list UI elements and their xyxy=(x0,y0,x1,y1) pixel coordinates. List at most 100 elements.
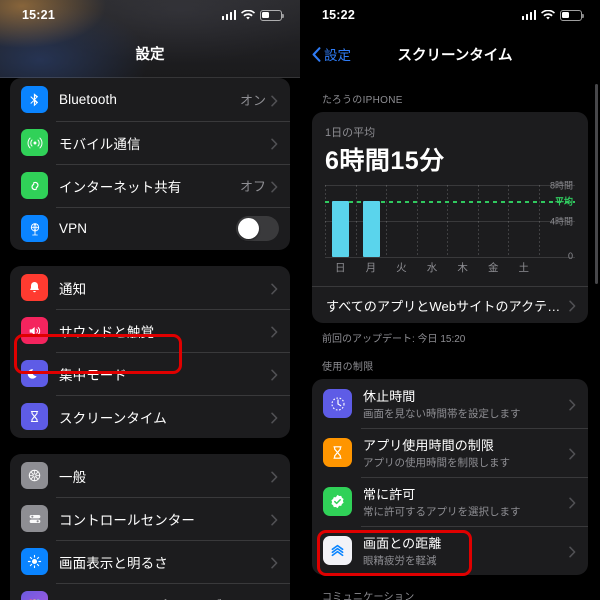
sidebar-item-label: 一般 xyxy=(59,469,87,485)
sidebar-item-label: モバイル通信 xyxy=(59,136,141,152)
vpn-toggle[interactable] xyxy=(236,216,279,241)
bluetooth-icon xyxy=(21,86,48,113)
restrictions-header: 使用の制限 xyxy=(322,362,374,373)
sidebar-item-label: インターネット共有 xyxy=(59,179,182,195)
list-item-subtitle: 画面を見ない時間帯を設定します xyxy=(363,408,521,420)
vgrid xyxy=(539,185,540,257)
sidebar-item-vpn[interactable]: VPN xyxy=(10,207,290,250)
sidebar-item-general[interactable]: 一般 xyxy=(10,454,290,497)
sidebar-item-bluetooth[interactable]: Bluetooth オン xyxy=(10,78,290,121)
check-badge-icon xyxy=(323,487,352,516)
sidebar-item-label: コントロールセンター xyxy=(59,512,195,528)
sidebar-item-label: 集中モード xyxy=(59,367,127,383)
sidebar-item-value: オン xyxy=(239,93,266,108)
sidebar-item-sounds-haptics[interactable]: サウンドと触覚 xyxy=(10,309,290,352)
sidebar-item-focus[interactable]: 集中モード xyxy=(10,352,290,395)
bar-sunday xyxy=(332,201,349,257)
left-phone-screen: 15:21 設定 Bluetooth オン モバイル通信 インターネット共有 オ… xyxy=(0,0,300,600)
vertical-scrollbar[interactable] xyxy=(595,84,598,284)
xtick-label: 土 xyxy=(518,262,529,274)
list-item-app-limits[interactable]: アプリ使用時間の制限 アプリの使用時間を制限します xyxy=(312,428,588,477)
sidebar-item-notifications[interactable]: 通知 xyxy=(10,266,290,309)
chevron-right-icon xyxy=(271,180,278,192)
list-item-text: 画面との距離 眼精疲労を軽減 xyxy=(363,533,569,568)
status-time: 15:22 xyxy=(322,8,355,22)
sidebar-item-screen-time[interactable]: スクリーンタイム xyxy=(10,395,290,438)
screen-time-scroll[interactable]: たろうのIPHONE 1日の平均 6時間15分 8時間 平均 4時間 0 日 月… xyxy=(300,78,600,600)
list-item-downtime[interactable]: 休止時間 画面を見ない時間帯を設定します xyxy=(312,379,588,428)
chevron-right-icon xyxy=(271,470,278,482)
chevron-right-icon xyxy=(569,299,576,312)
sidebar-item-cellular[interactable]: モバイル通信 xyxy=(10,121,290,164)
wifi-icon xyxy=(541,9,555,21)
chevron-right-icon xyxy=(271,282,278,294)
gear-icon xyxy=(21,462,48,489)
sidebar-item-label: スクリーンタイム xyxy=(59,410,167,426)
sidebar-item-label: 画面表示と明るさ xyxy=(59,555,168,571)
sidebar-item-label: サウンドと触覚 xyxy=(59,324,155,340)
ytick-label-8h: 8時間 xyxy=(549,180,573,191)
sliders-icon xyxy=(21,505,48,532)
chevron-right-icon xyxy=(271,368,278,380)
hotspot-icon xyxy=(21,172,48,199)
battery-icon xyxy=(560,9,585,21)
list-item-screen-distance[interactable]: 画面との距離 眼精疲労を軽減 xyxy=(312,526,588,575)
restrictions-group: 休止時間 画面を見ない時間帯を設定します アプリ使用時間の制限 アプリの使用時間… xyxy=(312,379,588,575)
right-phone-screen: 15:22 設定 スクリーンタイム たろうのIPHONE 1日の平均 6時間15… xyxy=(300,0,600,600)
chevron-right-icon xyxy=(569,398,576,410)
chart-container: 1日の平均 6時間15分 8時間 平均 4時間 0 日 月 火 水 木 金 土 xyxy=(312,112,588,286)
chevron-right-icon xyxy=(569,447,576,459)
status-indicators xyxy=(221,9,285,21)
chevron-left-icon xyxy=(312,46,321,62)
sidebar-item-home-screen[interactable]: ホーム画面とアプリライブラリ xyxy=(10,583,290,600)
status-bar-left: 15:21 xyxy=(0,0,300,30)
xtick-label: 火 xyxy=(396,262,407,274)
settings-list-scroll[interactable]: Bluetooth オン モバイル通信 インターネット共有 オフ VPN 通知 … xyxy=(0,78,300,600)
sidebar-item-label: Bluetooth xyxy=(59,92,117,107)
screen-distance-icon xyxy=(323,536,352,565)
average-value: 6時間15分 xyxy=(325,147,445,175)
hourglass-icon xyxy=(21,403,48,430)
list-item-title: アプリ使用時間の制限 xyxy=(363,438,495,453)
sidebar-item-display-brightness[interactable]: 画面表示と明るさ xyxy=(10,540,290,583)
all-apps-activity-row[interactable]: すべてのアプリとWebサイトのアクテ… xyxy=(312,286,588,323)
dual-screenshot-container: 15:21 設定 Bluetooth オン モバイル通信 インターネット共有 オ… xyxy=(0,0,600,600)
average-label: 1日の平均 xyxy=(325,127,376,139)
last-update-note: 前回のアップデート: 今日 15:20 xyxy=(322,334,466,345)
list-item-text: 常に許可 常に許可するアプリを選択します xyxy=(363,484,569,519)
xtick-label: 金 xyxy=(487,262,499,274)
chevron-right-icon xyxy=(271,556,278,568)
back-button[interactable]: 設定 xyxy=(312,44,351,64)
chevron-right-icon xyxy=(271,411,278,423)
chevron-right-icon xyxy=(271,513,278,525)
bell-icon xyxy=(21,274,48,301)
ytick-label-0: 0 xyxy=(567,251,573,261)
list-item-title: 休止時間 xyxy=(363,389,416,404)
sidebar-item-value: オフ xyxy=(239,179,266,194)
list-item-subtitle: アプリの使用時間を制限します xyxy=(363,457,510,469)
usage-bar-chart: 8時間 平均 4時間 0 xyxy=(325,181,575,261)
speaker-icon xyxy=(21,317,48,344)
vpn-globe-icon xyxy=(21,215,48,242)
status-bar-right: 15:22 xyxy=(300,0,600,30)
back-button-label: 設定 xyxy=(324,48,351,63)
xtick-label: 月 xyxy=(365,262,377,274)
chevron-right-icon xyxy=(271,94,278,106)
sidebar-item-label: ホーム画面とアプリライブラリ xyxy=(59,595,271,600)
cellular-icon xyxy=(21,129,48,156)
chevron-right-icon xyxy=(569,545,576,557)
list-item-always-allowed[interactable]: 常に許可 常に許可するアプリを選択します xyxy=(312,477,588,526)
toggle-knob xyxy=(238,218,259,239)
xtick-label: 木 xyxy=(457,262,468,274)
sidebar-item-control-center[interactable]: コントロールセンター xyxy=(10,497,290,540)
list-item-title: 画面との距離 xyxy=(363,536,442,551)
all-apps-activity-label: すべてのアプリとWebサイトのアクテ… xyxy=(326,298,561,314)
chevron-right-icon xyxy=(271,325,278,337)
bars-area xyxy=(325,185,533,257)
list-item-subtitle: 常に許可するアプリを選択します xyxy=(363,506,521,518)
device-header: たろうのIPHONE xyxy=(322,95,403,106)
screen-time-summary-card[interactable]: 1日の平均 6時間15分 8時間 平均 4時間 0 日 月 火 水 木 金 土 … xyxy=(312,112,588,323)
sidebar-item-hotspot[interactable]: インターネット共有 オフ xyxy=(10,164,290,207)
